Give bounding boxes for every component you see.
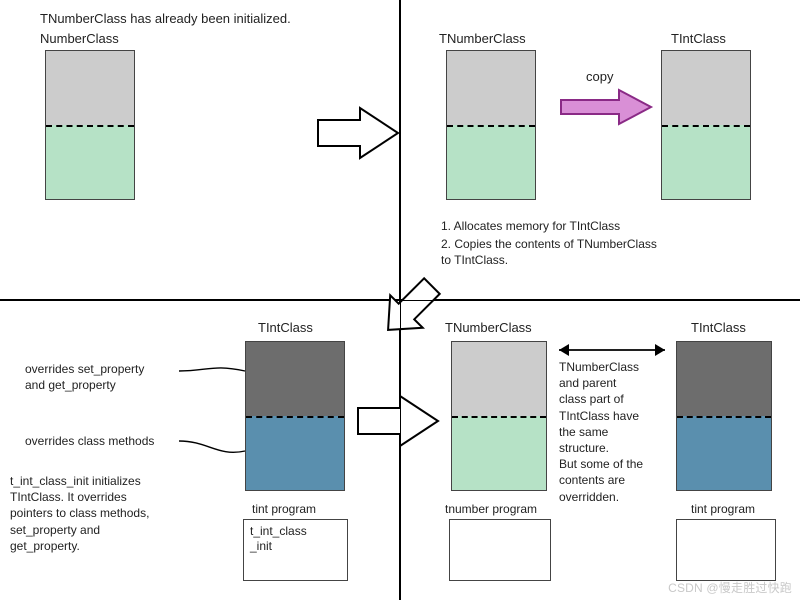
tint-box-q4 <box>676 341 772 491</box>
panel-step1: TNumberClass has already been initialize… <box>0 0 400 300</box>
panel-step3: TIntClass overrides set_property and get… <box>0 300 400 600</box>
q2-step1: 1. Allocates memory for TIntClass <box>441 218 620 234</box>
q3-box-label: TIntClass <box>258 319 313 337</box>
q4-prog-right-label: tint program <box>691 501 755 517</box>
q3-ov1: overrides set_property and get_property <box>25 361 144 393</box>
panel-step2: TNumberClass TIntClass copy 1. Allocates… <box>400 0 800 300</box>
q4-right-label: TIntClass <box>691 319 746 337</box>
q4-mid-text: TNumberClass and parent class part of TI… <box>559 359 669 505</box>
copy-label: copy <box>586 68 613 86</box>
q2-right-label: TIntClass <box>671 30 726 48</box>
q3-ov2: overrides class methods <box>25 433 154 449</box>
double-arrow-icon <box>553 341 671 359</box>
tnumber-program-box <box>449 519 551 581</box>
tnumber-box-q4 <box>451 341 547 491</box>
q2-left-label: TNumberClass <box>439 30 526 48</box>
q1-box-label: NumberClass <box>40 30 119 48</box>
q2-step2: 2. Copies the contents of TNumberClass t… <box>441 236 657 268</box>
brace-lines <box>178 359 248 459</box>
tnumber-box-q2 <box>446 50 536 200</box>
copy-arrow-icon <box>561 90 651 124</box>
q3-prog-body: t_int_class _init <box>250 524 307 553</box>
tint-program-box: t_int_class _init <box>243 519 348 581</box>
q4-prog-left-label: tnumber program <box>445 501 537 517</box>
arrow-right-q1q2 <box>318 108 400 158</box>
q3-prog-title: tint program <box>252 501 316 517</box>
q1-header: TNumberClass has already been initialize… <box>40 10 291 28</box>
q4-left-label: TNumberClass <box>445 319 532 337</box>
q3-para: t_int_class_init initializes TIntClass. … <box>10 473 149 554</box>
tint-box-q2 <box>661 50 751 200</box>
panel-step4: TNumberClass TIntClass TNumberClass and … <box>400 300 800 600</box>
tint-box-q3 <box>245 341 345 491</box>
number-class-box <box>45 50 135 200</box>
tint-program-box-q4 <box>676 519 776 581</box>
